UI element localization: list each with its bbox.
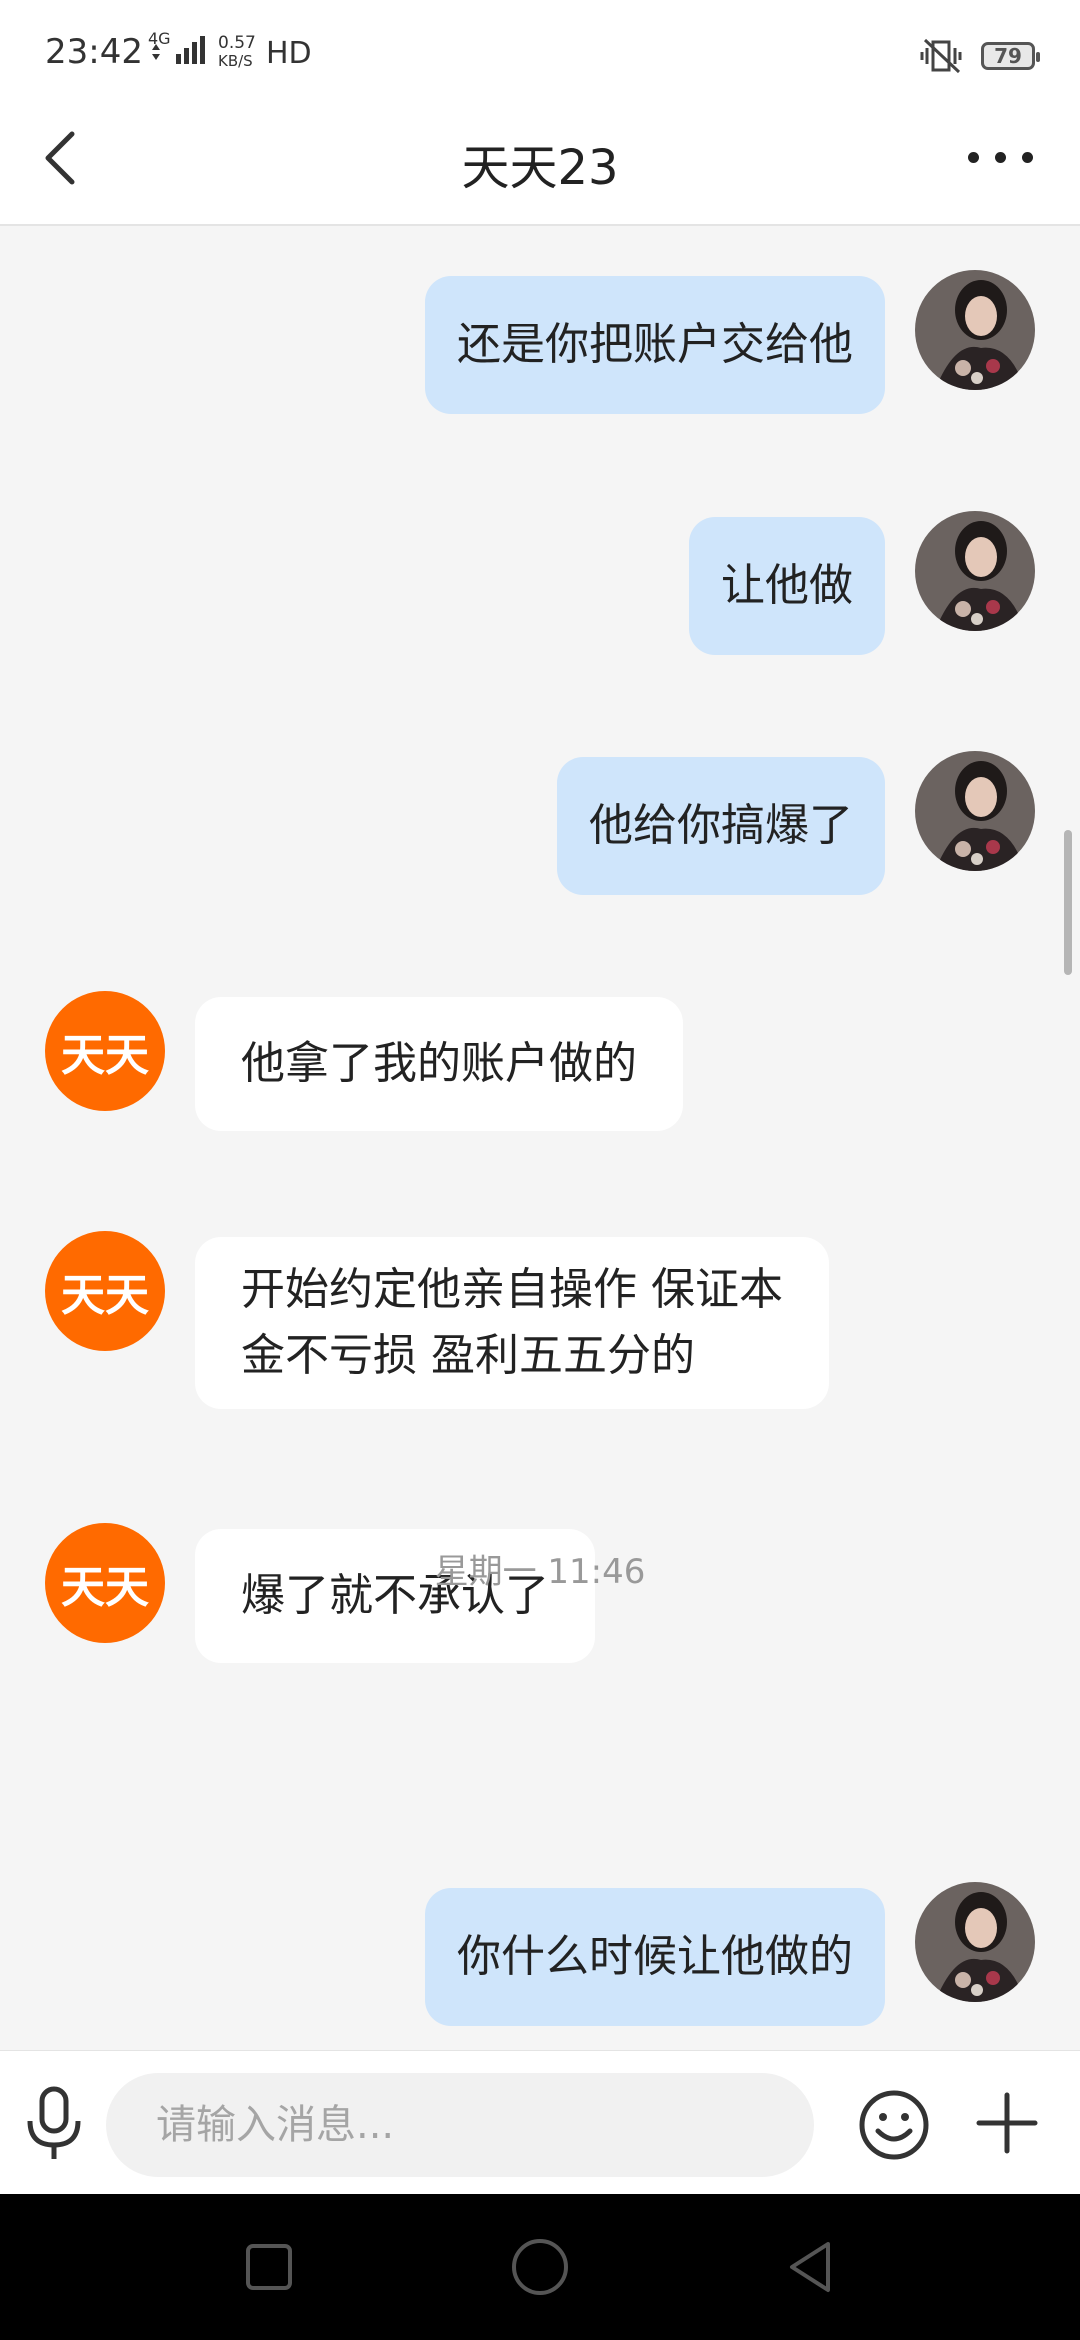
message-outgoing: 他给你搞爆了 <box>557 751 1035 895</box>
message-outgoing: 让他做 <box>689 511 1035 655</box>
triangle-back-icon <box>790 2242 830 2292</box>
avatar[interactable]: 天天 <box>45 991 165 1111</box>
avatar[interactable] <box>915 1882 1035 2002</box>
home-button[interactable] <box>507 2234 573 2300</box>
avatar[interactable] <box>915 511 1035 631</box>
message-bubble[interactable]: 他拿了我的账户做的 <box>195 997 683 1131</box>
message-incoming: 天天 开始约定他亲自操作 保证本 金不亏损 盈利五五分的 <box>45 1231 829 1409</box>
circle-icon <box>512 2239 568 2295</box>
square-icon <box>246 2244 292 2290</box>
message-outgoing: 你什么时候让他做的 <box>425 1882 1035 2026</box>
message-incoming: 天天 他拿了我的账户做的 <box>45 991 683 1131</box>
system-navigation-bar <box>0 2194 1080 2340</box>
status-right: 79 <box>919 36 1040 76</box>
message-input[interactable] <box>106 2073 814 2177</box>
status-bar: 23:42 4G 0.57 KB/S HD 79 <box>0 0 1080 100</box>
time-divider: 星期一 11:46 <box>434 1552 646 1592</box>
voice-button[interactable] <box>22 2083 86 2163</box>
user-photo-avatar <box>915 751 1035 871</box>
more-dot <box>1021 151 1033 163</box>
message-line: 开始约定他亲自操作 保证本 <box>241 1264 783 1315</box>
plus-icon <box>976 2092 1038 2154</box>
user-photo-avatar <box>915 511 1035 631</box>
message-bubble[interactable]: 让他做 <box>689 517 885 655</box>
hd-indicator: HD <box>266 36 312 71</box>
avatar[interactable]: 天天 <box>45 1231 165 1351</box>
message-outgoing: 还是你把账户交给他 <box>425 270 1035 414</box>
speed-unit: KB/S <box>218 52 253 70</box>
message-input-bar <box>0 2050 1080 2195</box>
vibrate-off-icon <box>920 38 962 74</box>
emoji-icon <box>859 2090 929 2160</box>
chat-message-list[interactable]: 还是你把账户交给他 让他做 他给你搞爆了 天天 他拿了我的账户做的 天天 开始约… <box>0 226 1080 2050</box>
emoji-button[interactable] <box>858 2089 930 2161</box>
user-photo-avatar <box>915 270 1035 390</box>
battery-indicator: 79 <box>981 42 1040 70</box>
scrollbar[interactable] <box>1064 830 1072 975</box>
avatar[interactable] <box>915 751 1035 871</box>
avatar[interactable] <box>915 270 1035 390</box>
message-line: 金不亏损 盈利五五分的 <box>241 1330 695 1381</box>
more-options-button[interactable] <box>950 122 1050 192</box>
more-dot <box>994 151 1006 163</box>
recent-apps-button[interactable] <box>236 2234 302 2300</box>
system-back-button[interactable] <box>778 2234 844 2300</box>
more-actions-button[interactable] <box>975 2091 1039 2155</box>
battery-level: 79 <box>994 44 1022 68</box>
signal-icon <box>152 36 205 64</box>
more-dot <box>967 151 979 163</box>
chat-title: 天天23 <box>461 140 619 196</box>
network-speed: 0.57 KB/S <box>218 34 256 70</box>
message-bubble[interactable]: 你什么时候让他做的 <box>425 1888 885 2026</box>
message-bubble[interactable]: 开始约定他亲自操作 保证本 金不亏损 盈利五五分的 <box>195 1237 829 1409</box>
speed-value: 0.57 <box>218 33 256 53</box>
chat-header: 天天23 <box>0 100 1080 226</box>
message-bubble[interactable]: 他给你搞爆了 <box>557 757 885 895</box>
status-time: 23:42 <box>45 32 143 72</box>
message-bubble[interactable]: 还是你把账户交给他 <box>425 276 885 414</box>
microphone-icon <box>27 2086 81 2159</box>
user-photo-avatar <box>915 1882 1035 2002</box>
